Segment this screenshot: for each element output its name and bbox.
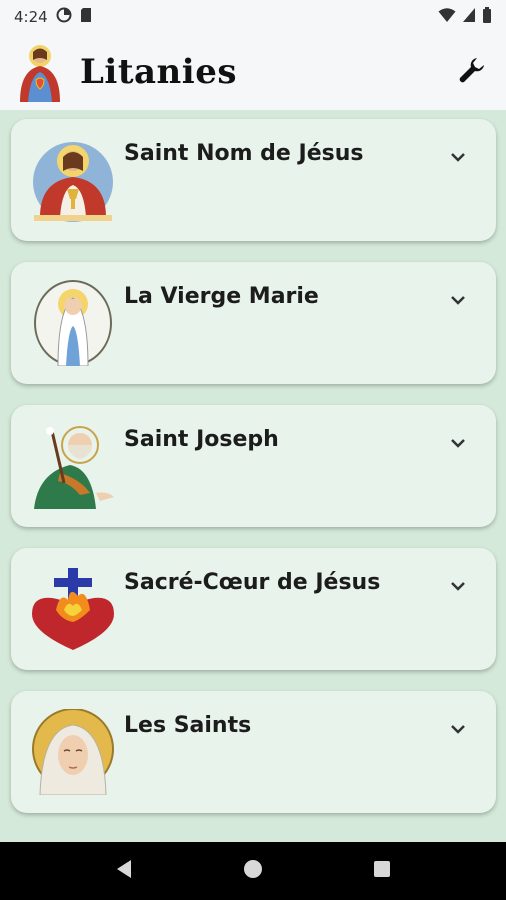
chevron-down-icon[interactable] [448,147,468,167]
chevron-down-icon[interactable] [448,290,468,310]
status-time: 4:24 [14,8,48,26]
litany-card-sacre-coeur[interactable]: Sacré-Cœur de Jésus [11,548,496,670]
jesus-eucharist-icon [30,137,116,223]
sacred-heart-logo [14,42,66,102]
virgin-mary-icon [30,280,116,367]
recents-icon [373,860,391,882]
saint-joseph-icon [30,423,116,509]
litany-title: Les Saints [124,713,252,738]
litany-title: Saint Joseph [124,427,279,452]
settings-button[interactable] [452,52,492,92]
litany-card-saint-nom[interactable]: Saint Nom de Jésus [11,119,496,241]
app-bar: Litanies [0,34,506,110]
app-title: Litanies [80,52,237,92]
chevron-down-icon[interactable] [448,719,468,739]
chevron-down-icon[interactable] [448,576,468,596]
saints-icon [30,708,116,796]
navigation-bar [0,842,506,900]
back-icon [115,859,133,883]
data-saver-icon [56,7,72,27]
litany-list: Saint Nom de Jésus La Vierge Marie Saint… [0,110,506,842]
litany-title: La Vierge Marie [124,284,319,309]
wrench-icon [457,55,487,89]
recents-button[interactable] [362,851,402,891]
battery-icon [482,7,492,27]
wifi-icon [438,7,456,27]
status-bar: 4:24 [0,0,506,34]
chevron-down-icon[interactable] [448,433,468,453]
litany-card-les-saints[interactable]: Les Saints [11,691,496,813]
litany-title: Saint Nom de Jésus [124,141,364,166]
sd-card-icon [80,7,92,27]
home-button[interactable] [233,851,273,891]
back-button[interactable] [104,851,144,891]
sacred-heart-icon [30,566,116,652]
litany-card-saint-joseph[interactable]: Saint Joseph [11,405,496,527]
home-icon [243,859,263,883]
litany-card-vierge-marie[interactable]: La Vierge Marie [11,262,496,384]
litany-title: Sacré-Cœur de Jésus [124,570,381,595]
signal-icon [462,7,476,27]
